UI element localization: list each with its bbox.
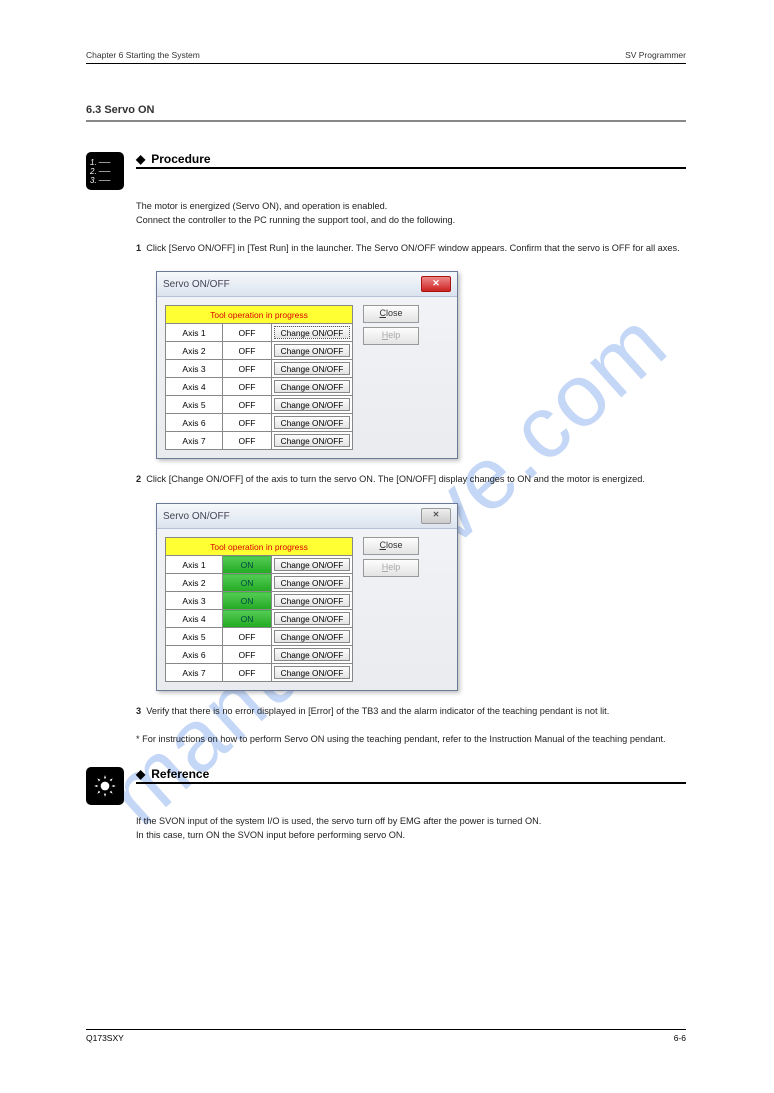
close-icon[interactable]: ✕ (421, 508, 451, 524)
reference-icon (86, 767, 124, 805)
change-onoff-button[interactable]: Change ON/OFF (274, 416, 350, 429)
axis-state: OFF (223, 396, 272, 414)
axis-state: ON (223, 610, 272, 628)
header-rule (86, 63, 686, 64)
axis-table: Tool operation in progress Axis 1ONChang… (165, 537, 353, 682)
change-onoff-button[interactable]: Change ON/OFF (274, 666, 350, 679)
axis-state: OFF (223, 664, 272, 682)
reference-line: If the SVON input of the system I/O is u… (136, 815, 686, 829)
close-button[interactable]: Close (363, 305, 419, 323)
axis-name: Axis 3 (166, 592, 223, 610)
change-onoff-button[interactable]: Change ON/OFF (274, 344, 350, 357)
header-right: SV Programmer (625, 50, 686, 60)
step-number: 2 (136, 474, 141, 484)
axis-name: Axis 5 (166, 396, 223, 414)
footer-right: 6-6 (674, 1033, 686, 1043)
close-button[interactable]: Close (363, 537, 419, 555)
axis-name: Axis 4 (166, 610, 223, 628)
axis-state: ON (223, 574, 272, 592)
step-1: 1 Click [Servo ON/OFF] in [Test Run] in … (136, 242, 686, 256)
change-onoff-button[interactable]: Change ON/OFF (274, 648, 350, 661)
diamond-icon: ◆ (136, 152, 145, 166)
help-button[interactable]: Help (363, 327, 419, 345)
servo-dialog-1: Servo ON/OFF ✕ Tool operation in progres… (156, 271, 458, 459)
axis-table: Tool operation in progress Axis 1OFFChan… (165, 305, 353, 450)
change-onoff-button[interactable]: Change ON/OFF (274, 612, 350, 625)
axis-name: Axis 2 (166, 574, 223, 592)
reference-line: In this case, turn ON the SVON input bef… (136, 829, 686, 843)
change-onoff-button[interactable]: Change ON/OFF (274, 398, 350, 411)
axis-name: Axis 4 (166, 378, 223, 396)
axis-name: Axis 3 (166, 360, 223, 378)
servo-dialog-2: Servo ON/OFF ✕ Tool operation in progres… (156, 503, 458, 691)
change-onoff-button[interactable]: Change ON/OFF (274, 362, 350, 375)
axis-state: OFF (223, 628, 272, 646)
diamond-icon: ◆ (136, 767, 145, 781)
axis-state: ON (223, 592, 272, 610)
change-onoff-button[interactable]: Change ON/OFF (274, 326, 350, 339)
change-onoff-button[interactable]: Change ON/OFF (274, 594, 350, 607)
axis-name: Axis 5 (166, 628, 223, 646)
axis-name: Axis 6 (166, 646, 223, 664)
help-button[interactable]: Help (363, 559, 419, 577)
axis-name: Axis 2 (166, 342, 223, 360)
step-2: 2 Click [Change ON/OFF] of the axis to t… (136, 473, 686, 487)
warning-banner: Tool operation in progress (166, 538, 353, 556)
axis-state: OFF (223, 646, 272, 664)
step-text: Verify that there is no error displayed … (146, 706, 609, 716)
section-rule (86, 120, 686, 122)
change-onoff-button[interactable]: Change ON/OFF (274, 558, 350, 571)
axis-state: OFF (223, 360, 272, 378)
page-footer: Q173SXY 6-6 (86, 1029, 686, 1043)
procedure-rule (136, 167, 686, 168)
section-title: 6.3 Servo ON (86, 104, 686, 116)
intro-line: Connect the controller to the PC running… (136, 214, 686, 228)
footer-left: Q173SXY (86, 1033, 124, 1043)
change-onoff-button[interactable]: Change ON/OFF (274, 576, 350, 589)
step-3: 3 Verify that there is no error displaye… (136, 705, 686, 719)
warning-banner: Tool operation in progress (166, 306, 353, 324)
axis-state: OFF (223, 414, 272, 432)
dialog-title: Servo ON/OFF (163, 511, 230, 522)
axis-state: OFF (223, 324, 272, 342)
step-number: 1 (136, 243, 141, 253)
reference-rule (136, 782, 686, 783)
close-icon[interactable]: ✕ (421, 276, 451, 292)
axis-name: Axis 7 (166, 664, 223, 682)
intro-line: The motor is energized (Servo ON), and o… (136, 200, 686, 214)
axis-name: Axis 1 (166, 324, 223, 342)
reference-title: Reference (151, 767, 209, 781)
change-onoff-button[interactable]: Change ON/OFF (274, 380, 350, 393)
header-left: Chapter 6 Starting the System (86, 50, 200, 60)
step-note: * For instructions on how to perform Ser… (136, 733, 686, 747)
dialog-title: Servo ON/OFF (163, 279, 230, 290)
step-text: Click [Change ON/OFF] of the axis to tur… (146, 474, 645, 484)
axis-name: Axis 1 (166, 556, 223, 574)
change-onoff-button[interactable]: Change ON/OFF (274, 630, 350, 643)
page-header: Chapter 6 Starting the System SV Program… (86, 50, 686, 60)
step-number: 3 (136, 706, 141, 716)
step-text: Click [Servo ON/OFF] in [Test Run] in th… (146, 243, 679, 253)
change-onoff-button[interactable]: Change ON/OFF (274, 434, 350, 447)
axis-name: Axis 6 (166, 414, 223, 432)
axis-state: OFF (223, 342, 272, 360)
axis-state: ON (223, 556, 272, 574)
axis-state: OFF (223, 378, 272, 396)
axis-state: OFF (223, 432, 272, 450)
procedure-title: Procedure (151, 152, 210, 166)
axis-name: Axis 7 (166, 432, 223, 450)
procedure-icon: 1. ──2. ──3. ── (86, 152, 124, 190)
